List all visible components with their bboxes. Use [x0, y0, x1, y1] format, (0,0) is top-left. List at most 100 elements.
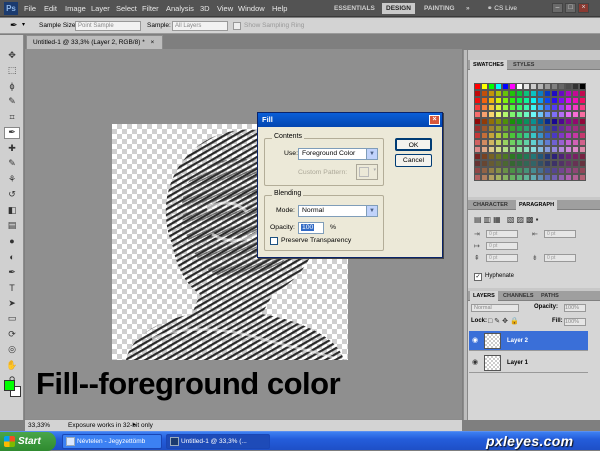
color-swatch[interactable] [558, 125, 565, 132]
color-swatch[interactable] [523, 174, 530, 181]
color-swatch[interactable] [516, 167, 523, 174]
color-swatch[interactable] [502, 132, 509, 139]
color-swatch[interactable] [516, 118, 523, 125]
color-swatch[interactable] [558, 139, 565, 146]
color-swatch[interactable] [565, 174, 572, 181]
lasso-icon[interactable]: ϕ [4, 80, 20, 92]
color-swatch[interactable] [502, 104, 509, 111]
color-swatch[interactable] [544, 167, 551, 174]
color-swatch[interactable] [488, 97, 495, 104]
color-swatch[interactable] [495, 153, 502, 160]
color-swatch[interactable] [551, 153, 558, 160]
color-swatch[interactable] [481, 146, 488, 153]
color-swatch[interactable] [495, 146, 502, 153]
sample-size-select[interactable]: Point Sample [75, 21, 141, 31]
color-swatch[interactable] [579, 160, 586, 167]
color-swatch[interactable] [523, 160, 530, 167]
color-swatch[interactable] [502, 174, 509, 181]
color-swatch[interactable] [544, 118, 551, 125]
show-ring-checkbox[interactable] [233, 22, 241, 30]
color-swatch[interactable] [579, 146, 586, 153]
color-swatch[interactable] [509, 104, 516, 111]
color-swatch[interactable] [516, 146, 523, 153]
color-swatch[interactable] [544, 90, 551, 97]
tab-styles[interactable]: STYLES [510, 60, 537, 70]
color-swatch[interactable] [572, 160, 579, 167]
color-swatch[interactable] [481, 97, 488, 104]
status-menu-icon[interactable]: ▸ [133, 420, 136, 431]
color-swatch[interactable] [537, 132, 544, 139]
color-swatch[interactable] [565, 139, 572, 146]
color-swatch[interactable] [544, 125, 551, 132]
color-swatch[interactable] [558, 90, 565, 97]
color-swatch[interactable] [516, 104, 523, 111]
color-swatch[interactable] [565, 97, 572, 104]
color-swatch[interactable] [530, 160, 537, 167]
hyphenate-checkbox[interactable]: ✓ [474, 273, 482, 281]
color-swatch[interactable] [572, 97, 579, 104]
menu-file[interactable]: File [24, 0, 36, 17]
eraser-icon[interactable]: ◧ [4, 204, 20, 216]
color-swatch[interactable] [565, 160, 572, 167]
menu-select[interactable]: Select [116, 0, 137, 17]
color-swatch[interactable] [544, 83, 551, 90]
color-swatch[interactable] [544, 111, 551, 118]
color-swatch[interactable] [530, 97, 537, 104]
cancel-button[interactable]: Cancel [395, 154, 432, 167]
color-swatch[interactable] [509, 90, 516, 97]
color-swatch[interactable] [516, 83, 523, 90]
color-swatch[interactable] [565, 153, 572, 160]
color-swatch[interactable] [495, 132, 502, 139]
color-swatch[interactable] [523, 132, 530, 139]
color-swatch[interactable] [537, 125, 544, 132]
color-swatch[interactable] [565, 111, 572, 118]
color-swatch[interactable] [509, 97, 516, 104]
cs-live-button[interactable]: ⚭ CS Live [487, 3, 517, 14]
brush-icon[interactable]: ✎ [4, 158, 20, 170]
menu-help[interactable]: Help [272, 0, 287, 17]
color-swatch[interactable] [551, 146, 558, 153]
color-swatch[interactable] [558, 111, 565, 118]
color-swatch[interactable] [544, 174, 551, 181]
chevron-down-icon[interactable]: ▾ [22, 21, 25, 28]
foreground-color-swatch[interactable] [4, 380, 15, 391]
color-swatch[interactable] [474, 90, 481, 97]
color-swatch[interactable] [572, 174, 579, 181]
space-before-field[interactable]: 0 pt [486, 254, 518, 262]
history-brush-icon[interactable]: ↺ [4, 189, 20, 201]
color-swatch[interactable] [495, 90, 502, 97]
color-swatch[interactable] [558, 167, 565, 174]
color-swatch[interactable] [488, 83, 495, 90]
color-swatch[interactable] [579, 90, 586, 97]
zoom-level[interactable]: 33,33% [28, 420, 50, 431]
task-photoshop[interactable]: Untitled-1 @ 33,3% (... [166, 434, 270, 449]
color-swatch[interactable] [481, 118, 488, 125]
color-swatch[interactable] [565, 83, 572, 90]
eyedropper-icon[interactable]: ✒ [4, 126, 20, 139]
color-swatch[interactable] [502, 167, 509, 174]
color-swatch[interactable] [551, 104, 558, 111]
custom-pattern-picker[interactable]: ▾ [356, 164, 378, 180]
color-swatch[interactable] [509, 167, 516, 174]
color-swatch[interactable] [495, 111, 502, 118]
color-swatch[interactable] [474, 118, 481, 125]
marquee-icon[interactable]: ⬚ [4, 65, 20, 77]
color-swatch[interactable] [495, 167, 502, 174]
color-swatch[interactable] [537, 104, 544, 111]
menu-view[interactable]: View [217, 0, 233, 17]
color-swatch[interactable] [523, 146, 530, 153]
color-swatch[interactable] [495, 104, 502, 111]
color-swatch[interactable] [558, 104, 565, 111]
color-swatch[interactable] [572, 167, 579, 174]
color-swatch[interactable] [530, 118, 537, 125]
tab-character[interactable]: CHARACTER [470, 200, 511, 210]
color-swatch[interactable] [572, 146, 579, 153]
color-swatch[interactable] [530, 139, 537, 146]
color-swatch[interactable] [544, 97, 551, 104]
color-swatch[interactable] [516, 97, 523, 104]
color-swatch[interactable] [579, 139, 586, 146]
menu-edit[interactable]: Edit [44, 0, 57, 17]
color-swatch[interactable] [502, 139, 509, 146]
color-swatch[interactable] [579, 111, 586, 118]
color-swatch[interactable] [537, 118, 544, 125]
